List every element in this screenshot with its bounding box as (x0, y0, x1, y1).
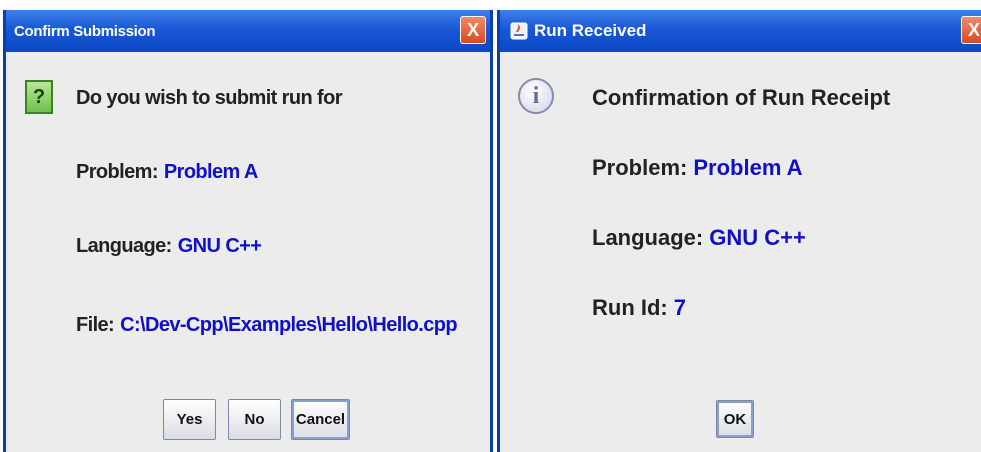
confirm-submission-dialog: Confirm Submission X ? Do you wish to su… (3, 10, 493, 452)
ok-button[interactable]: OK (716, 400, 754, 438)
language-row: Language: GNU C++ (76, 235, 262, 258)
run-id-value: 7 (673, 295, 687, 320)
message-text: Do you wish to submit run for (76, 87, 343, 109)
problem-row: Problem: Problem A (76, 161, 258, 184)
file-label: File: (76, 314, 115, 336)
java-app-icon (510, 22, 528, 40)
problem-value: Problem A (163, 161, 258, 183)
cancel-button[interactable]: Cancel (291, 399, 350, 440)
dialog-title: Confirm Submission (14, 22, 156, 40)
run-received-dialog: Run Received X i Confirmation of Run Rec… (497, 10, 981, 452)
problem-label: Problem: (76, 161, 158, 183)
file-value: C:\Dev-Cpp\Examples\Hello\Hello.cpp (120, 314, 457, 336)
message-row: Do you wish to submit run for (76, 87, 343, 110)
file-row: File: C:\Dev-Cpp\Examples\Hello\Hello.cp… (76, 314, 458, 337)
language-label: Language: (76, 235, 172, 257)
heading-row: Confirmation of Run Receipt (592, 85, 890, 111)
run-id-label: Run Id: (592, 295, 668, 320)
problem-row: Problem: Problem A (592, 155, 803, 181)
no-button[interactable]: No (228, 399, 281, 440)
language-value: GNU C++ (177, 235, 262, 257)
close-button[interactable]: X (961, 16, 981, 44)
dialog-title: Run Received (534, 21, 647, 40)
close-button[interactable]: X (460, 16, 486, 44)
problem-label: Problem: (592, 155, 688, 180)
yes-button[interactable]: Yes (163, 399, 216, 440)
problem-value: Problem A (693, 155, 803, 180)
title-bar[interactable]: Run Received X (500, 10, 981, 52)
run-id-row: Run Id: 7 (592, 295, 686, 321)
language-label: Language: (592, 225, 704, 250)
confirmation-heading: Confirmation of Run Receipt (592, 85, 891, 110)
info-glyph: i (532, 82, 540, 109)
close-icon: X (967, 19, 980, 40)
question-glyph: ? (32, 85, 46, 108)
close-icon: X (467, 19, 479, 40)
language-row: Language: GNU C++ (592, 225, 806, 251)
title-bar[interactable]: Confirm Submission X (6, 10, 490, 52)
info-icon: i (518, 78, 554, 114)
question-icon: ? (25, 80, 53, 114)
language-value: GNU C++ (709, 225, 806, 250)
